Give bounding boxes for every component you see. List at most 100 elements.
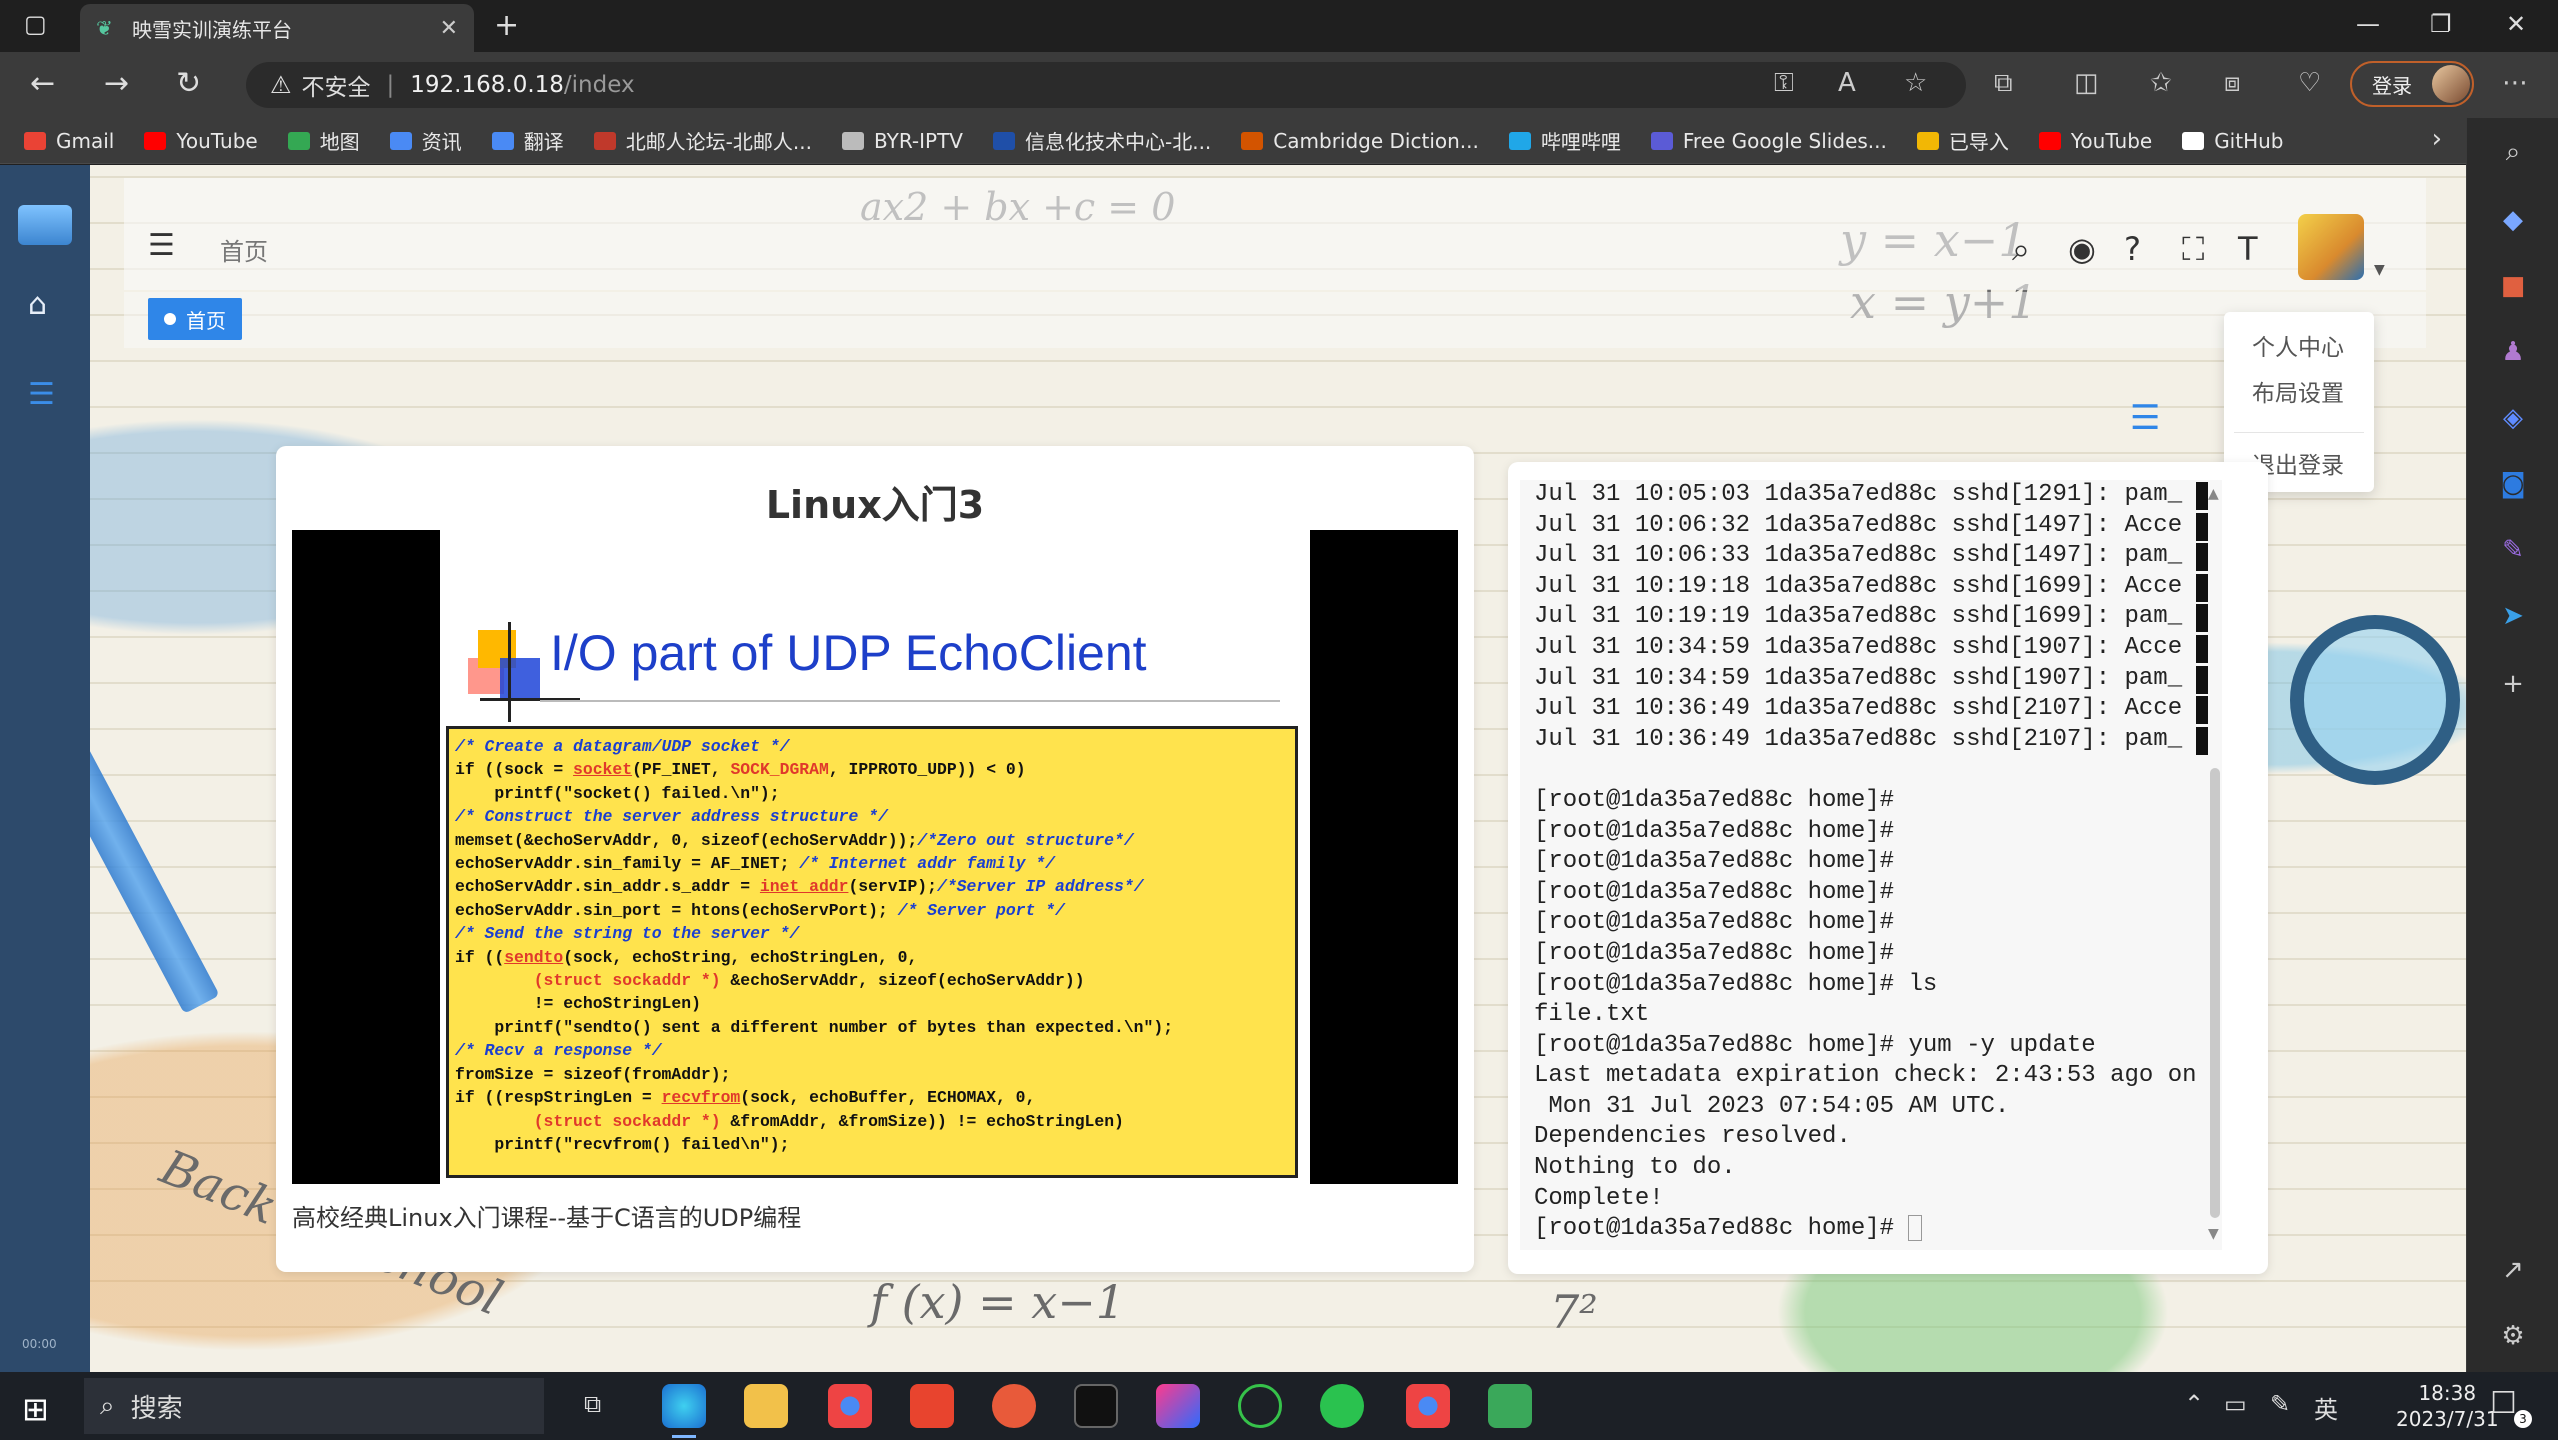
bookmark-item[interactable]: 信息化技术中心-北... (993, 126, 1211, 155)
back-icon[interactable]: ← (30, 66, 55, 101)
reload-icon[interactable]: ↻ (176, 66, 201, 101)
video-player[interactable]: I/O part of UDP EchoClient /* Create a d… (292, 530, 1458, 1184)
warning-icon[interactable]: ⚠ (270, 71, 292, 99)
slide-logo (500, 658, 540, 698)
taskbar-clock[interactable]: 18:38 2023/7/31 (2396, 1380, 2499, 1432)
bookmark-item[interactable]: YouTube (144, 129, 258, 153)
collections-icon[interactable]: ⧈ (2224, 68, 2241, 99)
tag-home[interactable]: 首页 (148, 298, 242, 340)
ime-indicator[interactable]: 英 (2314, 1390, 2338, 1425)
outlook-icon[interactable]: ◙ (2497, 468, 2529, 500)
github-icon[interactable]: ◉ (2068, 230, 2096, 268)
bookmark-item[interactable]: GitHub (2182, 129, 2284, 153)
battery-icon[interactable]: ▭ (2224, 1390, 2247, 1418)
scroll-down-icon[interactable]: ▼ (2208, 1226, 2219, 1242)
bookmarks-more-icon[interactable]: › (2432, 124, 2442, 154)
app-icon[interactable] (1238, 1384, 1282, 1428)
more-menu-icon[interactable]: ⋯ (2502, 68, 2528, 98)
send-icon[interactable]: ➤ (2497, 600, 2529, 632)
new-tab-icon[interactable]: + (494, 8, 519, 43)
list-view-icon[interactable]: ☰ (2130, 398, 2160, 438)
terminal-line: [root@1da35a7ed88c home]# (1534, 909, 1895, 937)
add-icon[interactable]: + (2497, 668, 2529, 700)
notification-icon[interactable]: ☐ (2490, 1386, 2517, 1421)
key-icon[interactable]: ⚿ (1774, 68, 1794, 99)
bookmark-item[interactable]: 哔哩哔哩 (1508, 126, 1621, 155)
chrome-app-icon[interactable] (828, 1384, 872, 1428)
bookmark-item[interactable]: Cambridge Diction... (1241, 129, 1479, 153)
minimize-icon[interactable]: — (2356, 10, 2380, 38)
scroll-up-icon[interactable]: ▲ (2208, 486, 2219, 502)
pen-icon[interactable]: ✎ (2270, 1390, 2290, 1418)
terminal-scrollbar[interactable]: ▲ ▼ (2206, 486, 2224, 1250)
bookmark-item[interactable]: 翻译 (491, 126, 564, 155)
bookmark-item[interactable]: 资讯 (389, 126, 462, 155)
terminal-app-icon[interactable] (1074, 1384, 1118, 1428)
tag-icon[interactable]: ◆ (2497, 204, 2529, 236)
taskbar-search[interactable]: ⌕ 搜索 (84, 1378, 544, 1434)
designer-icon[interactable]: ✎ (2497, 534, 2529, 566)
restore-icon[interactable]: ❐ (2430, 10, 2452, 38)
bookmark-label: YouTube (2070, 128, 2153, 153)
terminal-line: [root@1da35a7ed88c home]# (1534, 878, 1895, 906)
bookmark-item[interactable]: YouTube (2038, 128, 2153, 153)
menu-toggle-icon[interactable]: ☰ (148, 228, 175, 263)
search-icon[interactable]: ⌕ (2012, 230, 2030, 269)
search-icon[interactable]: ⌕ (2497, 136, 2529, 168)
address-bar[interactable]: ⚠ 不安全 | 192.168.0.18/index (246, 62, 1966, 108)
bookmark-item[interactable]: Gmail (24, 129, 114, 153)
browser-tab-active[interactable]: ❦ 映雪实训演练平台 ✕ (80, 4, 474, 52)
terminal-line: [root@1da35a7ed88c home]# (1534, 939, 1895, 967)
chevron-down-icon[interactable]: ▼ (2374, 262, 2385, 278)
app-logo-icon[interactable] (18, 205, 72, 245)
show-hidden-icons-icon[interactable]: ⌃ (2184, 1390, 2204, 1418)
home-icon[interactable]: ⌂ (28, 287, 47, 322)
edge-app-icon[interactable] (662, 1384, 706, 1438)
font-size-icon[interactable]: T (2238, 230, 2258, 268)
close-tab-icon[interactable]: ✕ (440, 16, 458, 41)
terminal-output[interactable]: Jul 31 10:05:03 1da35a7ed88c sshd[1291]:… (1520, 480, 2222, 1250)
settings-gear-icon[interactable]: ⚙ (2497, 1320, 2529, 1352)
tab-actions-icon[interactable]: ▢ (24, 10, 47, 38)
read-aloud-icon[interactable]: A (1838, 68, 1856, 98)
wps-app-icon[interactable] (910, 1384, 954, 1428)
bookmark-item[interactable]: 已导入 (1916, 126, 2009, 155)
games-icon[interactable]: ♟ (2497, 336, 2529, 368)
app-icon[interactable] (1488, 1384, 1532, 1428)
user-avatar[interactable] (2298, 214, 2364, 280)
menu-item-profile[interactable]: 个人中心 (2252, 328, 2344, 362)
jetbrains-app-icon[interactable] (1156, 1384, 1200, 1428)
split-screen-icon[interactable]: ◫ (2074, 68, 2099, 98)
toolbox-icon[interactable]: ■ (2497, 270, 2529, 302)
help-icon[interactable]: ? (2124, 230, 2141, 268)
scrollbar-thumb[interactable] (2210, 768, 2220, 1218)
chrome-app-icon[interactable] (1406, 1384, 1450, 1428)
favorites-icon[interactable]: ✩ (2150, 68, 2172, 98)
bookmark-label: 已导入 (1948, 130, 2009, 154)
breadcrumb-home[interactable]: 首页 (220, 232, 268, 267)
forward-icon[interactable]: → (104, 66, 129, 101)
windows-start-icon[interactable]: ⊞ (22, 1390, 49, 1428)
browser-sidebar: ⌕ ◆ ■ ♟ ◈ ◙ ✎ ➤ + ↗ ⚙ (2466, 118, 2558, 1372)
file-explorer-icon[interactable] (744, 1384, 788, 1428)
wechat-app-icon[interactable] (1320, 1384, 1364, 1428)
fullscreen-icon[interactable]: ⛶ (2182, 230, 2204, 269)
bookmark-item[interactable]: 地图 (287, 126, 360, 155)
weibo-app-icon[interactable] (992, 1384, 1036, 1428)
taskbar-search-label: 搜索 (130, 1393, 183, 1424)
performance-icon[interactable]: ♡ (2298, 68, 2321, 98)
extensions-icon[interactable]: ⧉ (1994, 68, 2013, 99)
external-link-icon[interactable]: ↗ (2497, 1254, 2529, 1286)
login-button[interactable]: 登录 (2350, 61, 2474, 107)
task-view-icon[interactable]: ⧉ (584, 1390, 601, 1418)
copilot-icon[interactable]: ◈ (2497, 402, 2529, 434)
terminal-line: Jul 31 10:05:03 1da35a7ed88c sshd[1291]:… (1534, 481, 2183, 508)
bookmark-item[interactable]: Free Google Slides... (1650, 129, 1887, 153)
bookmark-item[interactable]: BYR-IPTV (841, 129, 963, 153)
menu-item-layout[interactable]: 布局设置 (2252, 374, 2344, 408)
close-window-icon[interactable]: ✕ (2506, 10, 2526, 38)
favorite-star-icon[interactable]: ☆ (1904, 68, 1927, 98)
bookmark-item[interactable]: 北邮人论坛-北邮人... (593, 126, 812, 155)
terminal-line: [root@1da35a7ed88c home]# ls (1534, 970, 1938, 998)
list-icon[interactable]: ☰ (28, 377, 55, 412)
